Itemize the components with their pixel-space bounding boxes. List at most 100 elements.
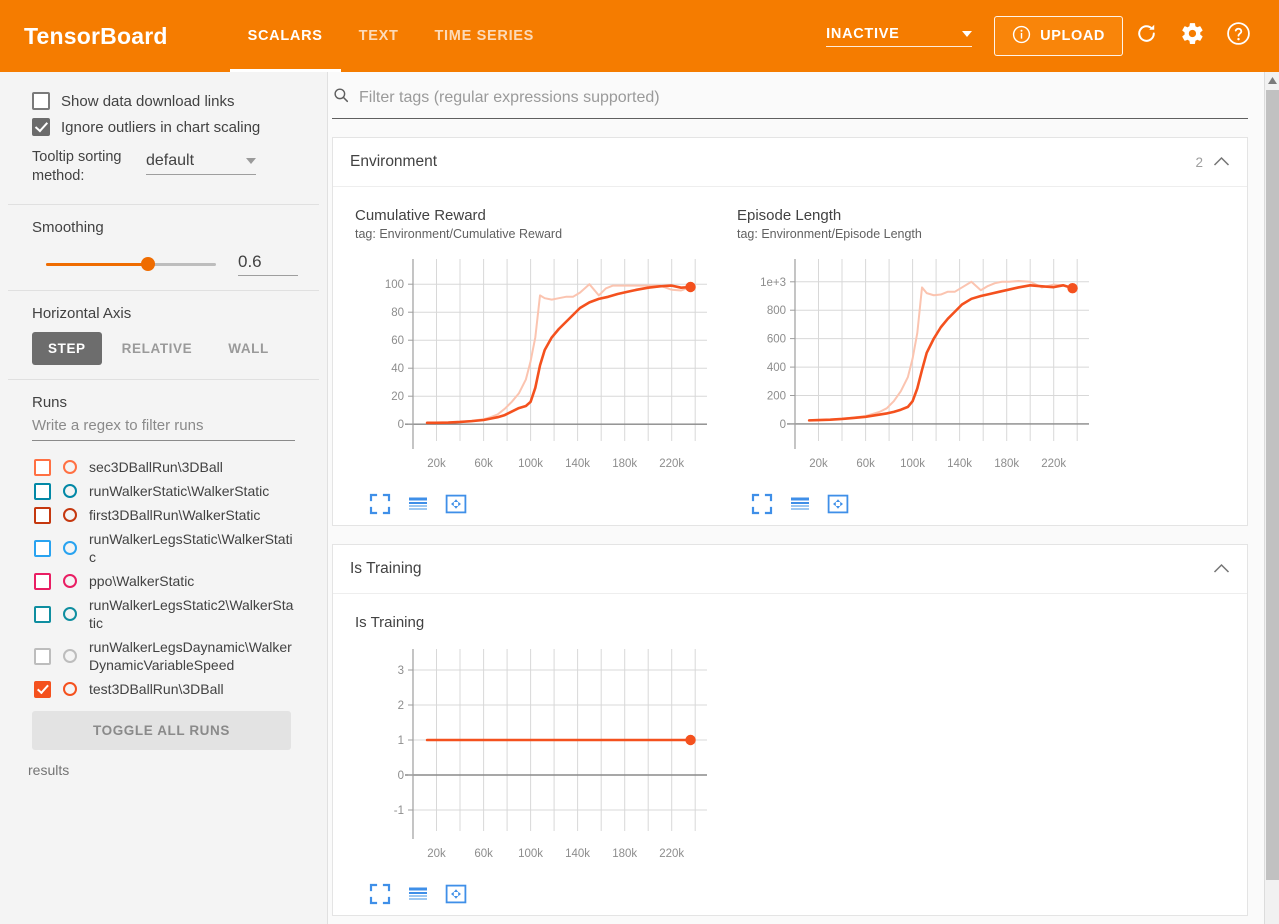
smoothing-value: 0.6 xyxy=(238,252,262,271)
tag-filter-bar[interactable]: Filter tags (regular expressions support… xyxy=(332,86,1248,119)
help-button[interactable] xyxy=(1215,13,1261,59)
runs-filter-input[interactable]: Write a regex to filter runs xyxy=(32,417,295,441)
run-label: first3DBallRun\WalkerStatic xyxy=(89,507,261,523)
section-card-environment: Environment 2 Cumulative Reward tag: Env… xyxy=(332,137,1248,526)
svg-text:20: 20 xyxy=(391,391,404,403)
tooltip-sorting-dropdown[interactable]: default xyxy=(146,152,256,175)
run-checkbox[interactable] xyxy=(34,605,51,623)
run-status-dropdown[interactable]: INACTIVE xyxy=(826,26,973,47)
svg-text:100k: 100k xyxy=(518,458,543,470)
run-color-dot[interactable] xyxy=(63,484,77,498)
svg-text:220k: 220k xyxy=(659,848,684,860)
run-checkbox[interactable] xyxy=(34,458,51,476)
chart-episode-length: Episode Length tag: Environment/Episode … xyxy=(715,199,1097,515)
svg-text:180k: 180k xyxy=(612,458,637,470)
svg-text:60k: 60k xyxy=(856,458,875,470)
smoothing-value-field[interactable]: 0.6 xyxy=(238,252,298,276)
tag-filter-placeholder: Filter tags (regular expressions support… xyxy=(359,88,660,106)
tab-text[interactable]: TEXT xyxy=(341,0,417,72)
chevron-down-icon xyxy=(962,30,973,37)
scrollbar-thumb[interactable] xyxy=(1266,90,1279,880)
run-item[interactable]: runWalkerLegsDaynamic\WalkerDynamicVaria… xyxy=(0,635,327,677)
run-item[interactable]: ppo\WalkerStatic xyxy=(0,569,327,593)
section-body-is-training: Is Training -1 0 1 2 3 20k 60k 100k 140k 180k 220k xyxy=(333,593,1247,915)
svg-text:20k: 20k xyxy=(427,848,446,860)
runs-section: Runs Write a regex to filter runs sec3DB… xyxy=(0,380,327,792)
run-label: runWalkerLegsDaynamic\WalkerDynamicVaria… xyxy=(89,639,292,673)
run-color-dot[interactable] xyxy=(63,607,77,621)
svg-text:180k: 180k xyxy=(612,848,637,860)
run-checkbox[interactable] xyxy=(34,647,51,665)
svg-text:220k: 220k xyxy=(659,458,684,470)
svg-text:140k: 140k xyxy=(565,458,590,470)
expand-icon[interactable] xyxy=(369,883,391,905)
chart-cumulative-reward: Cumulative Reward tag: Environment/Cumul… xyxy=(333,199,715,515)
run-checkbox[interactable] xyxy=(34,506,51,524)
expand-icon[interactable] xyxy=(369,493,391,515)
smoothing-slider-thumb[interactable] xyxy=(141,257,155,271)
chart-title: Episode Length xyxy=(737,207,842,224)
chart-canvas[interactable]: 0 20 40 60 80 100 20k 60k 100k 140k 180k 220k xyxy=(355,247,715,487)
results-text: results xyxy=(28,762,70,778)
run-checkbox[interactable] xyxy=(34,482,51,500)
data-table-icon[interactable] xyxy=(407,493,429,515)
upload-button[interactable]: UPLOAD xyxy=(994,16,1123,56)
run-color-dot[interactable] xyxy=(63,649,77,663)
sidebar: Show data download links Ignore outliers… xyxy=(0,72,328,924)
svg-text:100: 100 xyxy=(385,279,404,291)
horizontal-axis-section: Horizontal Axis STEP RELATIVE WALL xyxy=(0,291,327,379)
tab-time-series[interactable]: TIME SERIES xyxy=(417,0,553,72)
run-checkbox[interactable] xyxy=(34,680,51,698)
chart-canvas[interactable]: -1 0 1 2 3 20k 60k 100k 140k 180k 220k xyxy=(355,637,715,877)
show-download-links-row[interactable]: Show data download links xyxy=(0,90,327,112)
run-item[interactable]: runWalkerLegsStatic2\WalkerStatic xyxy=(0,593,327,635)
run-color-dot[interactable] xyxy=(63,682,77,696)
run-item[interactable]: runWalkerLegsStatic\WalkerStatic xyxy=(0,527,327,569)
svg-text:220k: 220k xyxy=(1041,458,1066,470)
section-header-environment[interactable]: Environment 2 xyxy=(333,138,1247,186)
pan-icon[interactable] xyxy=(827,493,849,515)
show-download-links-checkbox[interactable] xyxy=(32,92,50,110)
tab-scalars[interactable]: SCALARS xyxy=(229,0,341,72)
run-item[interactable]: sec3DBallRun\3DBall xyxy=(0,455,327,479)
chevron-up-icon[interactable] xyxy=(1213,155,1230,170)
run-item[interactable]: first3DBallRun\WalkerStatic xyxy=(0,503,327,527)
help-icon xyxy=(1226,21,1251,51)
run-color-dot[interactable] xyxy=(63,460,77,474)
smoothing-section: Smoothing 0.6 xyxy=(0,205,327,290)
header-actions: INACTIVE UPLOAD xyxy=(826,13,1261,59)
settings-button[interactable] xyxy=(1169,13,1215,59)
scrollbar-up-arrow[interactable] xyxy=(1265,72,1279,88)
svg-text:800: 800 xyxy=(767,305,786,317)
chart-canvas[interactable]: 0 200 400 600 800 1e+3 20k 60k 100k 140k 180k 220k xyxy=(737,247,1097,487)
ignore-outliers-checkbox[interactable] xyxy=(32,118,50,136)
toggle-all-runs-button[interactable]: TOGGLE ALL RUNS xyxy=(32,711,291,750)
svg-text:60k: 60k xyxy=(474,848,493,860)
expand-icon[interactable] xyxy=(751,493,773,515)
svg-text:40: 40 xyxy=(391,363,404,375)
chevron-up-icon[interactable] xyxy=(1213,562,1230,577)
refresh-button[interactable] xyxy=(1123,13,1169,59)
ignore-outliers-row[interactable]: Ignore outliers in chart scaling xyxy=(0,116,327,138)
vertical-scrollbar[interactable] xyxy=(1264,72,1279,924)
run-color-dot[interactable] xyxy=(63,574,77,588)
run-item[interactable]: runWalkerStatic\WalkerStatic xyxy=(0,479,327,503)
pan-icon[interactable] xyxy=(445,493,467,515)
svg-text:0: 0 xyxy=(398,419,404,431)
axis-option-step[interactable]: STEP xyxy=(32,332,102,365)
axis-option-relative[interactable]: RELATIVE xyxy=(106,332,209,365)
data-table-icon[interactable] xyxy=(789,493,811,515)
pan-icon[interactable] xyxy=(445,883,467,905)
run-color-dot[interactable] xyxy=(63,508,77,522)
run-color-dot[interactable] xyxy=(63,541,77,555)
section-title: Environment xyxy=(350,153,438,170)
run-item[interactable]: test3DBallRun\3DBall xyxy=(0,677,327,701)
run-checkbox[interactable] xyxy=(34,572,51,590)
section-header-is-training[interactable]: Is Training xyxy=(333,545,1247,593)
axis-option-wall[interactable]: WALL xyxy=(212,332,285,365)
ignore-outliers-label: Ignore outliers in chart scaling xyxy=(61,118,261,136)
nav-tabs: SCALARS TEXT TIME SERIES xyxy=(229,0,553,72)
smoothing-slider[interactable] xyxy=(46,257,216,271)
data-table-icon[interactable] xyxy=(407,883,429,905)
run-checkbox[interactable] xyxy=(34,539,51,557)
